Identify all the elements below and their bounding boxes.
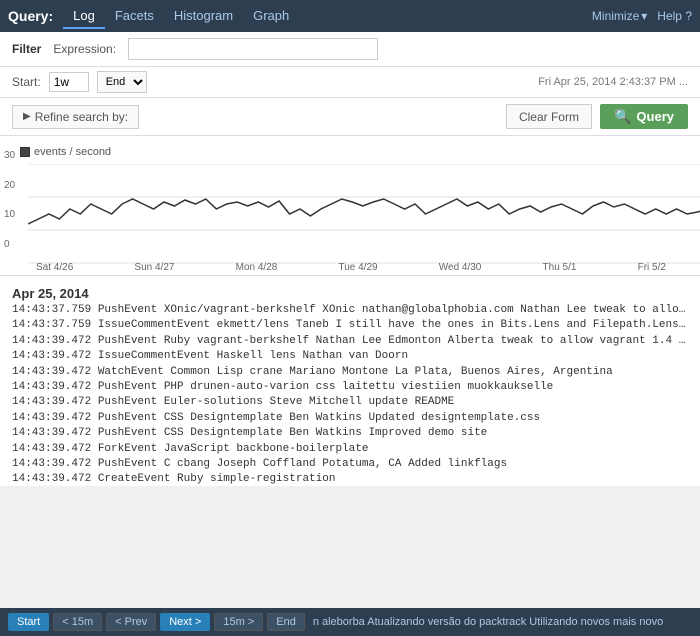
log-line: 14:43:39.472 PushEvent C cbang Joseph Co… (12, 457, 688, 472)
tab-histogram[interactable]: Histogram (164, 4, 243, 29)
log-line: 14:43:39.472 ForkEvent JavaScript backbo… (12, 442, 688, 457)
search-actions: Clear Form 🔍 Query (506, 104, 688, 129)
start-label: Start: (12, 75, 41, 89)
log-line: 14:43:37.759 IssueCommentEvent ekmett/le… (12, 318, 688, 333)
top-nav: Log Facets Histogram Graph (63, 4, 299, 29)
timestamp-display: Fri Apr 25, 2014 2:43:37 PM ... (538, 76, 688, 88)
log-date-header: Apr 25, 2014 (12, 286, 688, 301)
status-text: n aleborba Atualizando versão do packtra… (313, 616, 663, 628)
log-line: 14:43:39.472 PushEvent Ruby vagrant-berk… (12, 334, 688, 349)
log-line: 14:43:39.472 CreateEvent Ruby simple-reg… (12, 472, 688, 486)
log-line: 14:43:37.759 PushEvent XOnic/vagrant-ber… (12, 303, 688, 318)
tab-log[interactable]: Log (63, 4, 105, 29)
top-bar-right: Minimize ▾ Help ? (592, 9, 692, 23)
next15-button[interactable]: 15m > (214, 613, 263, 631)
query-button[interactable]: 🔍 Query (600, 104, 688, 129)
filter-bar: Filter Expression: (0, 32, 700, 67)
clear-form-button[interactable]: Clear Form (506, 104, 592, 129)
play-icon: ▶ (23, 111, 31, 122)
search-bar: ▶ Refine search by: Clear Form 🔍 Query (0, 98, 700, 136)
query-label: Query: (8, 8, 53, 24)
expression-label: Expression: (53, 42, 116, 56)
bottom-bar: Start < 15m < Prev Next > 15m > End n al… (0, 608, 700, 636)
chart-legend: events / second (20, 146, 111, 158)
chart-svg (28, 164, 700, 264)
log-area: Apr 25, 2014 14:43:37.759 PushEvent XOni… (0, 276, 700, 486)
top-bar: Query: Log Facets Histogram Graph Minimi… (0, 0, 700, 32)
y-axis: 30 20 10 0 (0, 150, 19, 250)
search-icon: 🔍 (614, 108, 631, 125)
start-input[interactable] (49, 72, 89, 92)
legend-box (20, 147, 30, 157)
end-select[interactable]: End (97, 71, 147, 93)
log-lines-container: 14:43:37.759 PushEvent XOnic/vagrant-ber… (12, 303, 688, 486)
tab-graph[interactable]: Graph (243, 4, 299, 29)
end-button[interactable]: End (267, 613, 305, 631)
next-button[interactable]: Next > (160, 613, 210, 631)
tab-facets[interactable]: Facets (105, 4, 164, 29)
time-bar: Start: End Fri Apr 25, 2014 2:43:37 PM .… (0, 67, 700, 98)
log-line: 14:43:39.472 PushEvent CSS Designtemplat… (12, 411, 688, 426)
log-line: 14:43:39.472 PushEvent PHP drunen-auto-v… (12, 380, 688, 395)
start-button[interactable]: Start (8, 613, 49, 631)
help-button[interactable]: Help ? (657, 9, 692, 23)
expression-input[interactable] (128, 38, 378, 60)
log-line: 14:43:39.472 PushEvent CSS Designtemplat… (12, 426, 688, 441)
minimize-button[interactable]: Minimize ▾ (592, 9, 647, 23)
log-line: 14:43:39.472 WatchEvent Common Lisp cran… (12, 365, 688, 380)
refine-button[interactable]: ▶ Refine search by: (12, 105, 139, 129)
log-line: 14:43:39.472 IssueCommentEvent Haskell l… (12, 349, 688, 364)
chart-area: events / second 30 20 10 0 Sat 4/26 Sun … (0, 136, 700, 276)
x-axis: Sat 4/26 Sun 4/27 Mon 4/28 Tue 4/29 Wed … (8, 262, 688, 273)
filter-label: Filter (12, 42, 41, 56)
prev15-button[interactable]: < 15m (53, 613, 102, 631)
log-line: 14:43:39.472 PushEvent Euler-solutions S… (12, 395, 688, 410)
prev-button[interactable]: < Prev (106, 613, 156, 631)
